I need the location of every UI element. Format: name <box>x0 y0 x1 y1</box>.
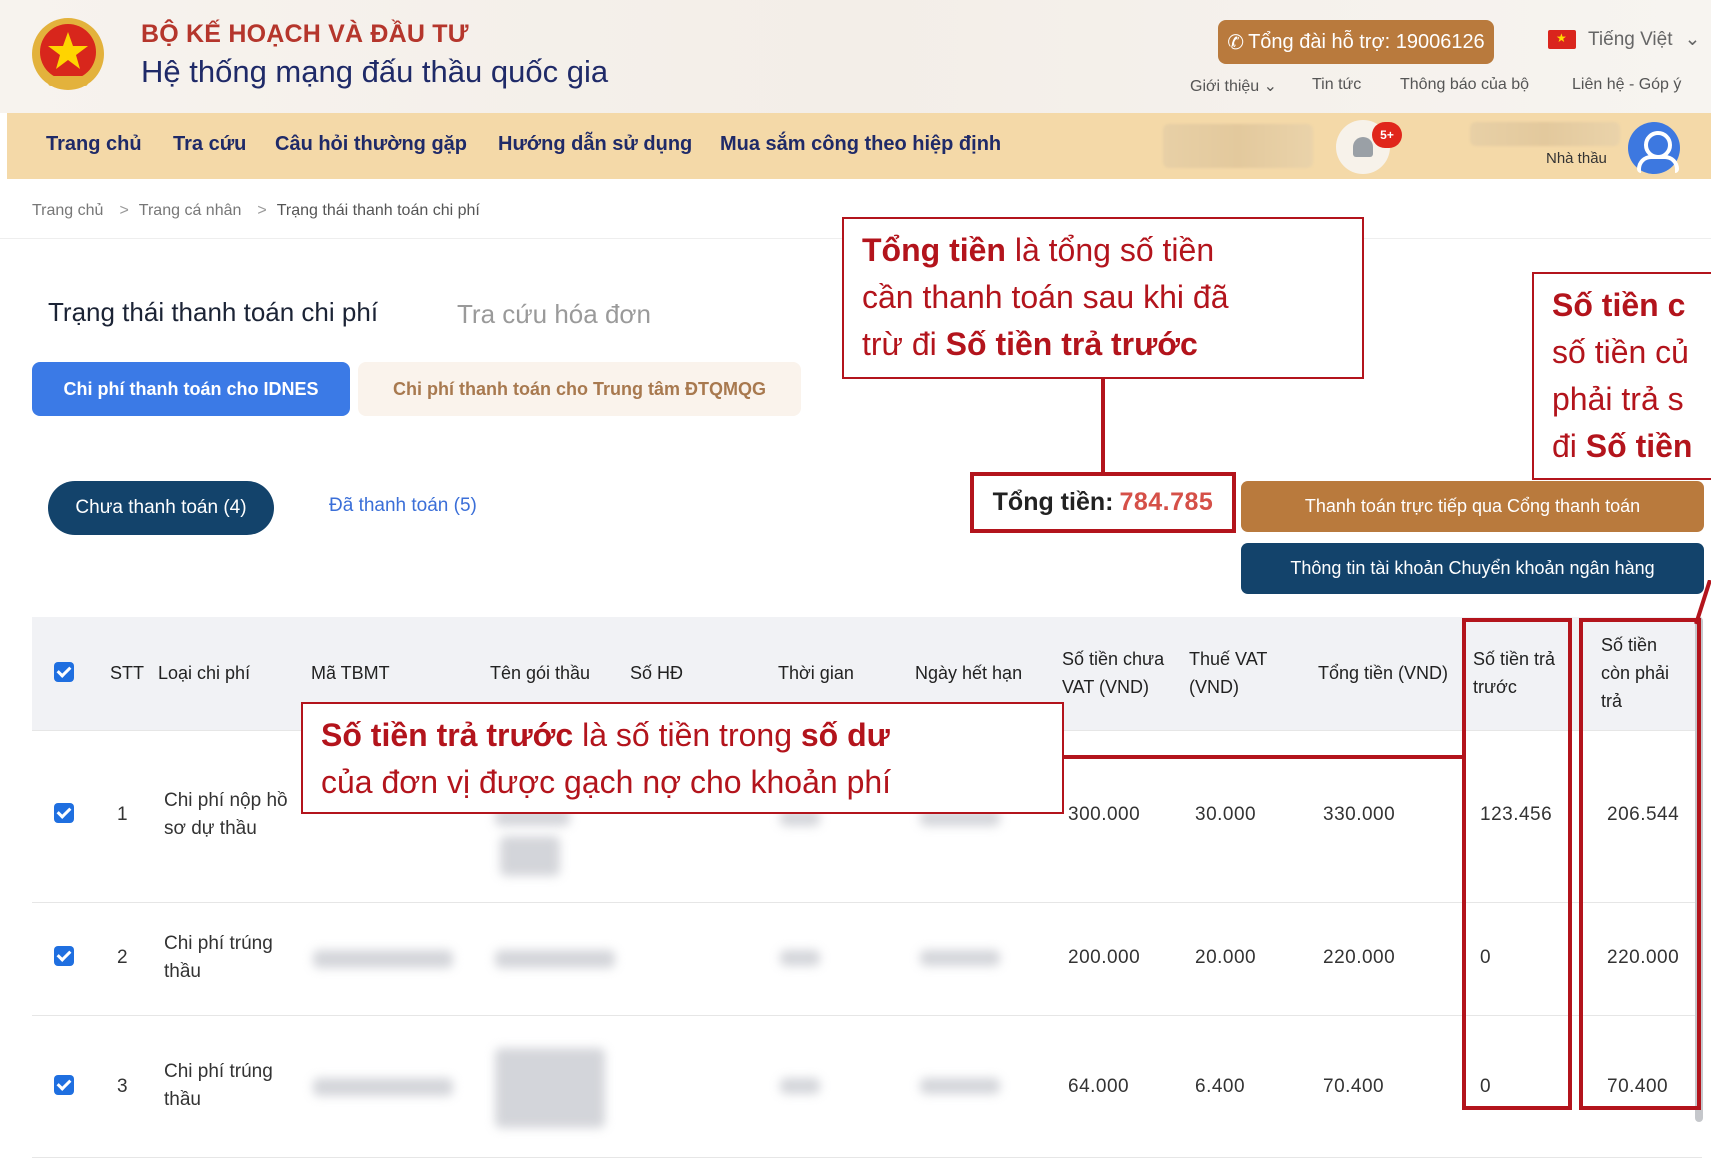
row-total: 70.400 <box>1323 1076 1385 1097</box>
blurred-cell <box>780 1078 820 1094</box>
connector-total <box>1101 379 1105 473</box>
breadcrumb-separator-icon: > <box>119 202 129 219</box>
row-vat: 6.400 <box>1195 1076 1246 1097</box>
nav-huong-dan[interactable]: Hướng dẫn sử dụng <box>498 133 692 156</box>
th-total: Tổng tiền (VND) <box>1318 663 1449 683</box>
blurred-cell <box>313 1078 453 1096</box>
user-avatar[interactable] <box>1628 122 1680 174</box>
nav-mua-sam[interactable]: Mua sắm công theo hiệp định <box>720 133 1001 156</box>
breadcrumb-current: Trạng thái thanh toán chi phí <box>276 202 480 219</box>
language-selector[interactable]: Tiếng Việt ⌄ <box>1548 28 1700 51</box>
tab-invoice-lookup[interactable]: Tra cứu hóa đơn <box>457 299 651 330</box>
row-total: 330.000 <box>1323 804 1396 825</box>
th-stt: STT <box>110 663 144 683</box>
toplink-thong-bao[interactable]: Thông báo của bộ <box>1400 76 1529 94</box>
notification-badge: 5+ <box>1372 122 1402 148</box>
blurred-search <box>1163 124 1313 168</box>
blurred-cell <box>780 950 820 966</box>
breadcrumb-profile[interactable]: Trang cá nhân <box>139 202 242 220</box>
nav-cau-hoi[interactable]: Câu hỏi thường gặp <box>275 133 467 156</box>
language-label: Tiếng Việt <box>1588 28 1673 50</box>
tab-payment-status[interactable]: Trạng thái thanh toán chi phí <box>48 297 378 328</box>
blurred-cell <box>313 950 453 968</box>
th-pre-vat: Số tiền chưa VAT (VND) <box>1062 649 1165 697</box>
row-vat: 30.000 <box>1195 804 1257 825</box>
hotline-label: Tổng đài hỗ trợ: 19006126 <box>1248 30 1485 53</box>
row-checkbox[interactable] <box>54 803 74 823</box>
row-checkbox[interactable] <box>54 946 74 966</box>
row-stt: 1 <box>117 804 128 825</box>
nav-trang-chu[interactable]: Trang chủ <box>46 133 142 156</box>
row-pre-vat: 300.000 <box>1068 804 1141 825</box>
bank-transfer-button[interactable]: Thông tin tài khoản Chuyển khoản ngân hà… <box>1241 543 1704 594</box>
blurred-cell <box>920 1078 1000 1094</box>
row-checkbox[interactable] <box>54 1075 74 1095</box>
user-role: Nhà thầu <box>1546 150 1607 167</box>
filter-paid[interactable]: Đã thanh toán (5) <box>329 495 477 517</box>
chevron-down-icon: ⌄ <box>1684 29 1701 50</box>
callout-total: Tổng tiền là tổng số tiền cần thanh toán… <box>842 217 1364 379</box>
total-label: Tổng tiền: <box>992 488 1114 516</box>
vietnam-flag-icon <box>1548 30 1576 49</box>
th-time: Thời gian <box>778 663 854 683</box>
phone-icon: ✆ <box>1227 31 1245 54</box>
connector-remaining <box>1694 580 1711 625</box>
cost-tab-dtqmqg[interactable]: Chi phí thanh toán cho Trung tâm ĐTQMQG <box>358 362 801 416</box>
callout-prepaid: Số tiền trả trước là số tiền trong số dư… <box>301 702 1064 814</box>
highlight-remaining-column <box>1579 618 1701 1110</box>
blurred-cell <box>495 950 615 968</box>
row-type: Chi phí trúng thầu <box>164 1061 273 1110</box>
connector-prepaid <box>1064 755 1464 759</box>
total-amount: Tổng tiền: 784.785 <box>970 472 1236 533</box>
row-type: Chi phí nộp hồ sơ dự thầu <box>164 790 288 839</box>
th-tbmt: Mã TBMT <box>311 663 390 683</box>
highlight-prepaid-column <box>1462 618 1572 1110</box>
breadcrumb: Trang chủ > Trang cá nhân > Trạng thái t… <box>32 202 480 220</box>
blurred-cell <box>500 836 560 876</box>
bell-icon <box>1353 137 1373 157</box>
nav-tra-cuu[interactable]: Tra cứu <box>173 133 246 156</box>
th-expiry: Ngày hết hạn <box>915 663 1023 683</box>
hotline-button[interactable]: ✆ Tổng đài hỗ trợ: 19006126 <box>1218 20 1494 64</box>
toplink-tin-tuc[interactable]: Tin tức <box>1312 76 1361 94</box>
toplink-lien-he[interactable]: Liên hệ - Góp ý <box>1572 76 1681 94</box>
th-vat: Thuế VAT (VND) <box>1189 649 1268 697</box>
cost-tab-idnes[interactable]: Chi phí thanh toán cho IDNES <box>32 362 350 416</box>
select-all-checkbox[interactable] <box>54 662 74 682</box>
th-contract: Số HĐ <box>630 663 684 683</box>
th-type: Loại chi phí <box>158 663 251 683</box>
system-name[interactable]: Hệ thống mạng đấu thầu quốc gia <box>141 54 608 90</box>
pay-gateway-button[interactable]: Thanh toán trực tiếp qua Cổng thanh toán <box>1241 481 1704 532</box>
breadcrumb-separator-icon: > <box>257 202 267 219</box>
row-divider <box>32 902 1702 903</box>
toplink-gioi-thieu[interactable]: Giới thiệu ⌄ <box>1190 76 1277 96</box>
national-emblem-logo[interactable] <box>28 14 108 98</box>
blurred-username <box>1470 122 1620 146</box>
callout-remaining: Số tiền c số tiền củ phải trả s đi Số ti… <box>1532 272 1711 480</box>
row-pre-vat: 200.000 <box>1068 947 1141 968</box>
row-stt: 3 <box>117 1076 128 1097</box>
blurred-cell <box>920 950 1000 966</box>
row-pre-vat: 64.000 <box>1068 1076 1130 1097</box>
row-divider <box>32 1015 1702 1016</box>
th-package: Tên gói thầu <box>490 663 591 683</box>
org-name: BỘ KẾ HOẠCH VÀ ĐẦU TƯ <box>141 20 469 48</box>
row-divider <box>32 1157 1702 1158</box>
blurred-cell <box>495 1048 605 1128</box>
total-value: 784.785 <box>1119 488 1214 516</box>
row-type: Chi phí trúng thầu <box>164 933 273 982</box>
row-stt: 2 <box>117 947 128 968</box>
row-total: 220.000 <box>1323 947 1396 968</box>
breadcrumb-home[interactable]: Trang chủ <box>32 202 103 220</box>
filter-unpaid[interactable]: Chưa thanh toán (4) <box>48 481 274 535</box>
row-vat: 20.000 <box>1195 947 1257 968</box>
